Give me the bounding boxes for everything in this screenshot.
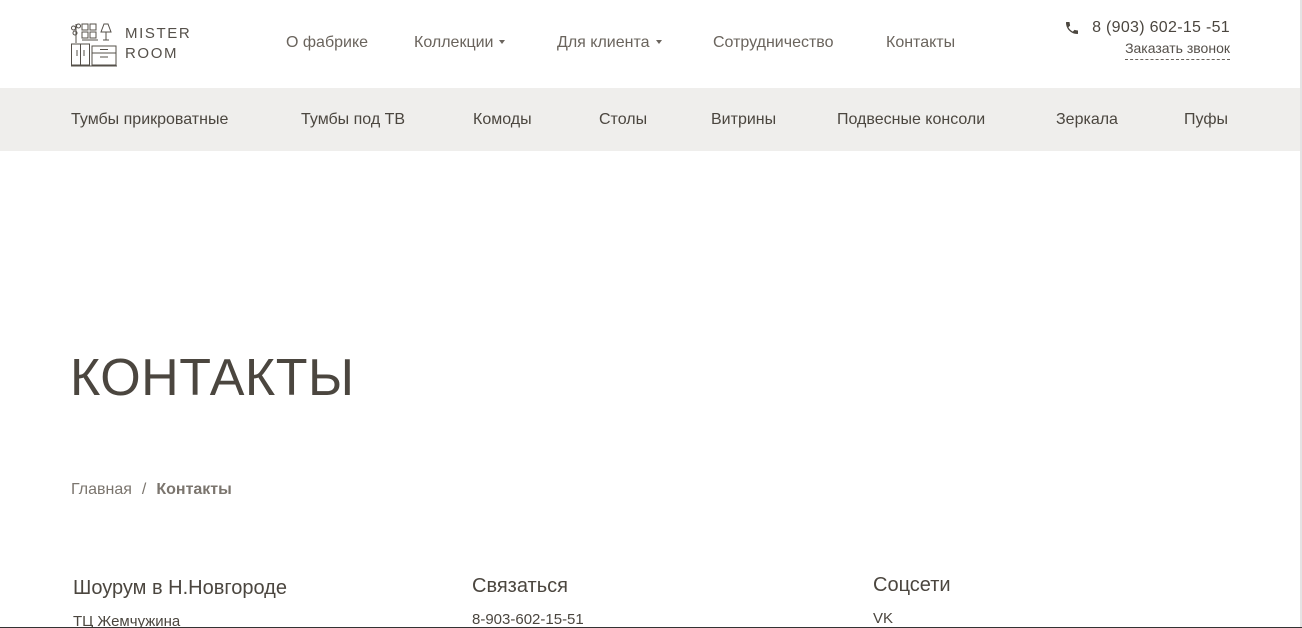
header-phone-number[interactable]: 8 (903) 602-15 -51 [1092, 19, 1230, 37]
nav-item-contacts[interactable]: Контакты [886, 33, 955, 53]
social-column: Соцсети VK [873, 573, 951, 628]
nav-item-label: Для клиента [557, 34, 650, 51]
nav-item-label: Контакты [886, 34, 956, 51]
nav-item-cooperation[interactable]: Сотрудничество [713, 33, 834, 53]
nav-item-label: Сотрудничество [713, 34, 834, 51]
category-item-mirrors[interactable]: Зеркала [1056, 110, 1118, 130]
brand-name: MISTER ROOM [125, 24, 191, 64]
category-item-hanging-consoles[interactable]: Подвесные консоли [837, 110, 985, 130]
social-vk-link[interactable]: VK [873, 609, 951, 628]
caret-down-icon [655, 39, 662, 44]
nav-item-label: Коллекции [414, 34, 494, 51]
logo[interactable]: MISTER ROOM [70, 20, 191, 68]
header-contact: 8 (903) 602-15 -51 Заказать звонок [1064, 19, 1230, 60]
category-item-tv-stands[interactable]: Тумбы под ТВ [301, 110, 405, 130]
showroom-title: Шоурум в Н.Новгороде [73, 577, 287, 599]
category-item-showcases[interactable]: Витрины [711, 110, 776, 130]
breadcrumb-current: Контакты [156, 481, 232, 498]
phone-row: 8 (903) 602-15 -51 [1064, 19, 1230, 37]
category-item-poufs[interactable]: Пуфы [1184, 110, 1228, 130]
nav-item-label: О фабрике [286, 34, 369, 51]
caret-down-icon [499, 39, 506, 44]
category-item-bedside-tables[interactable]: Тумбы прикроватные [71, 110, 228, 130]
page-title: КОНТАКТЫ [70, 349, 355, 407]
breadcrumb-home-link[interactable]: Главная [71, 481, 132, 498]
nav-item-about[interactable]: О фабрике [286, 33, 368, 53]
brand-line-1: MISTER [125, 25, 192, 42]
phone-icon [1066, 22, 1079, 34]
breadcrumb: Главная / Контакты [71, 480, 232, 500]
nav-item-collections[interactable]: Коллекции [414, 33, 506, 53]
callback-link[interactable]: Заказать звонок [1125, 40, 1230, 60]
brand-line-2: ROOM [125, 45, 179, 62]
nav-item-for-client[interactable]: Для клиента [557, 33, 662, 53]
showroom-column: Шоурум в Н.Новгороде ТЦ Жемчужина [73, 576, 287, 628]
category-item-tables[interactable]: Столы [599, 110, 647, 130]
category-item-dressers[interactable]: Комоды [473, 110, 532, 130]
contact-phone-link[interactable]: 8-903-602-15-51 [472, 610, 584, 628]
contact-column: Связаться 8-903-602-15-51 [472, 574, 584, 628]
category-bar: Тумбы прикроватные Тумбы под ТВ Комоды С… [0, 88, 1302, 151]
site-header: MISTER ROOM О фабрике Коллекции Для клие… [0, 0, 1302, 88]
showroom-address: ТЦ Жемчужина [73, 613, 181, 628]
furniture-logo-icon [71, 23, 117, 67]
breadcrumb-separator: / [141, 481, 147, 498]
contact-title: Связаться [472, 575, 568, 597]
social-title: Соцсети [873, 574, 951, 596]
